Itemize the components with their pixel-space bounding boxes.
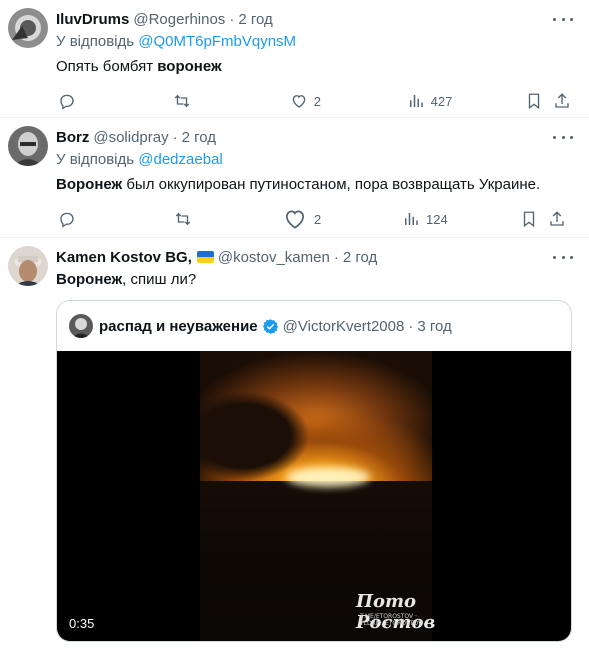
more-icon: [570, 255, 573, 259]
tweet[interactable]: Borz @solidpray · 2 год У відповідь @ded…: [0, 118, 589, 238]
like-count: 2: [313, 93, 321, 109]
separator-dot: ·: [172, 128, 178, 146]
more-icon: [553, 135, 556, 139]
views-count: 124: [426, 211, 448, 227]
tweet-text-bold: Воронеж: [56, 271, 123, 288]
more-icon: [553, 255, 556, 259]
like-icon: [286, 210, 304, 229]
video-fire-glow: [286, 467, 370, 487]
views-button[interactable]: 427: [407, 92, 526, 110]
reply-icon: [60, 94, 74, 110]
display-name[interactable]: Kamen Kostov BG,: [56, 249, 192, 266]
tweet-text-bold: воронеж: [157, 58, 222, 75]
tweet[interactable]: IluvDrums @Rogerhinos · 2 год У відповід…: [0, 0, 589, 118]
views-count: 427: [430, 93, 453, 109]
user-handle[interactable]: @Rogerhinos: [133, 11, 225, 28]
reply-prefix: У відповідь: [56, 33, 135, 50]
more-options-button[interactable]: [553, 12, 573, 26]
retweet-button[interactable]: [174, 210, 282, 228]
bookmark-icon: [529, 93, 540, 110]
more-icon: [570, 135, 573, 139]
timestamp[interactable]: 2 год: [343, 249, 377, 266]
user-handle[interactable]: @kostov_kamen: [218, 249, 330, 266]
reply-mention-link[interactable]: @dedzaebal: [138, 151, 222, 168]
verified-badge-icon: [262, 318, 278, 334]
reply-context: У відповідь @dedzaebal: [56, 151, 575, 171]
quoted-tweet[interactable]: распад и неуважение @VictorKvert2008 · 3…: [56, 300, 572, 642]
share-icon: [550, 211, 564, 226]
tweet-text: Воронеж был оккупирован путиностаном, по…: [56, 175, 575, 195]
views-icon: [409, 95, 423, 107]
tweet-text-part: был оккупирован путиностаном, пора возвр…: [122, 176, 541, 193]
tweet-text-bold: Воронеж: [56, 176, 123, 193]
action-bar: 2 427: [56, 81, 575, 121]
reply-context: У відповідь @Q0MT6pFmbVqynsM: [56, 33, 575, 53]
display-name[interactable]: IluvDrums: [56, 11, 129, 28]
tweet[interactable]: Kamen Kostov BG, @kostov_kamen · 2 год В…: [0, 238, 589, 656]
views-icon: [405, 213, 418, 225]
reply-prefix: У відповідь: [56, 151, 135, 168]
video-tree-silhouette: [200, 391, 310, 481]
tweet-text: Опять бомбят воронеж: [56, 57, 575, 77]
reply-mention-link[interactable]: @Q0MT6pFmbVqynsM: [138, 33, 296, 50]
retweet-icon: [175, 212, 191, 226]
avatar[interactable]: [8, 8, 48, 48]
like-button[interactable]: 2: [282, 206, 402, 232]
timestamp[interactable]: 2 год: [238, 11, 272, 28]
quoted-user-handle[interactable]: @VictorKvert2008: [283, 318, 405, 335]
more-icon: [561, 135, 565, 139]
quoted-timestamp[interactable]: 3 год: [417, 318, 451, 335]
quoted-avatar[interactable]: [69, 314, 93, 338]
tweet-text-part: , спиш ли?: [122, 271, 197, 288]
more-icon: [570, 17, 573, 21]
bookmark-button[interactable]: [525, 92, 553, 110]
separator-dot: ·: [408, 317, 414, 335]
avatar[interactable]: [8, 126, 48, 166]
share-button[interactable]: [548, 210, 570, 228]
ukraine-flag-icon: [196, 251, 214, 263]
bookmark-icon: [523, 211, 535, 228]
bookmark-button[interactable]: [520, 210, 548, 228]
video-player[interactable]: Пото Ростов T.ME/ETOROSTOV · YLDRM: ETOR…: [57, 351, 571, 641]
video-frame: Пото Ростов T.ME/ETOROSTOV · YLDRM: ETOR…: [200, 351, 435, 641]
separator-dot: ·: [333, 248, 339, 266]
quoted-display-name[interactable]: распад и неуважение: [99, 318, 258, 335]
tweet-text: Воронеж, спиш ли?: [56, 270, 575, 290]
more-options-button[interactable]: [553, 250, 573, 264]
video-duration: 0:35: [63, 614, 101, 633]
like-count: 2: [314, 211, 322, 227]
more-icon: [553, 17, 556, 21]
video-watermark-sub: T.ME/ETOROSTOV · YLDRM: ETOROSTOV: [360, 613, 423, 627]
tweet-text-part: Опять бомбят: [56, 58, 158, 75]
user-handle[interactable]: @solidpray: [93, 129, 168, 146]
reply-button[interactable]: [56, 210, 174, 228]
display-name[interactable]: Borz: [56, 129, 89, 146]
views-button[interactable]: 124: [402, 210, 520, 228]
retweet-icon: [174, 94, 190, 108]
avatar[interactable]: [8, 246, 48, 286]
separator-dot: ·: [229, 10, 235, 28]
reply-button[interactable]: [56, 92, 173, 110]
like-icon: [292, 95, 306, 108]
more-icon: [561, 17, 565, 21]
retweet-button[interactable]: [173, 92, 290, 110]
more-options-button[interactable]: [553, 130, 573, 144]
share-button[interactable]: [553, 92, 575, 110]
reply-icon: [60, 212, 74, 228]
timestamp[interactable]: 2 год: [182, 129, 216, 146]
more-icon: [561, 255, 565, 259]
action-bar: 2 124: [56, 199, 575, 239]
like-button[interactable]: 2: [290, 92, 407, 110]
share-icon: [555, 93, 569, 108]
